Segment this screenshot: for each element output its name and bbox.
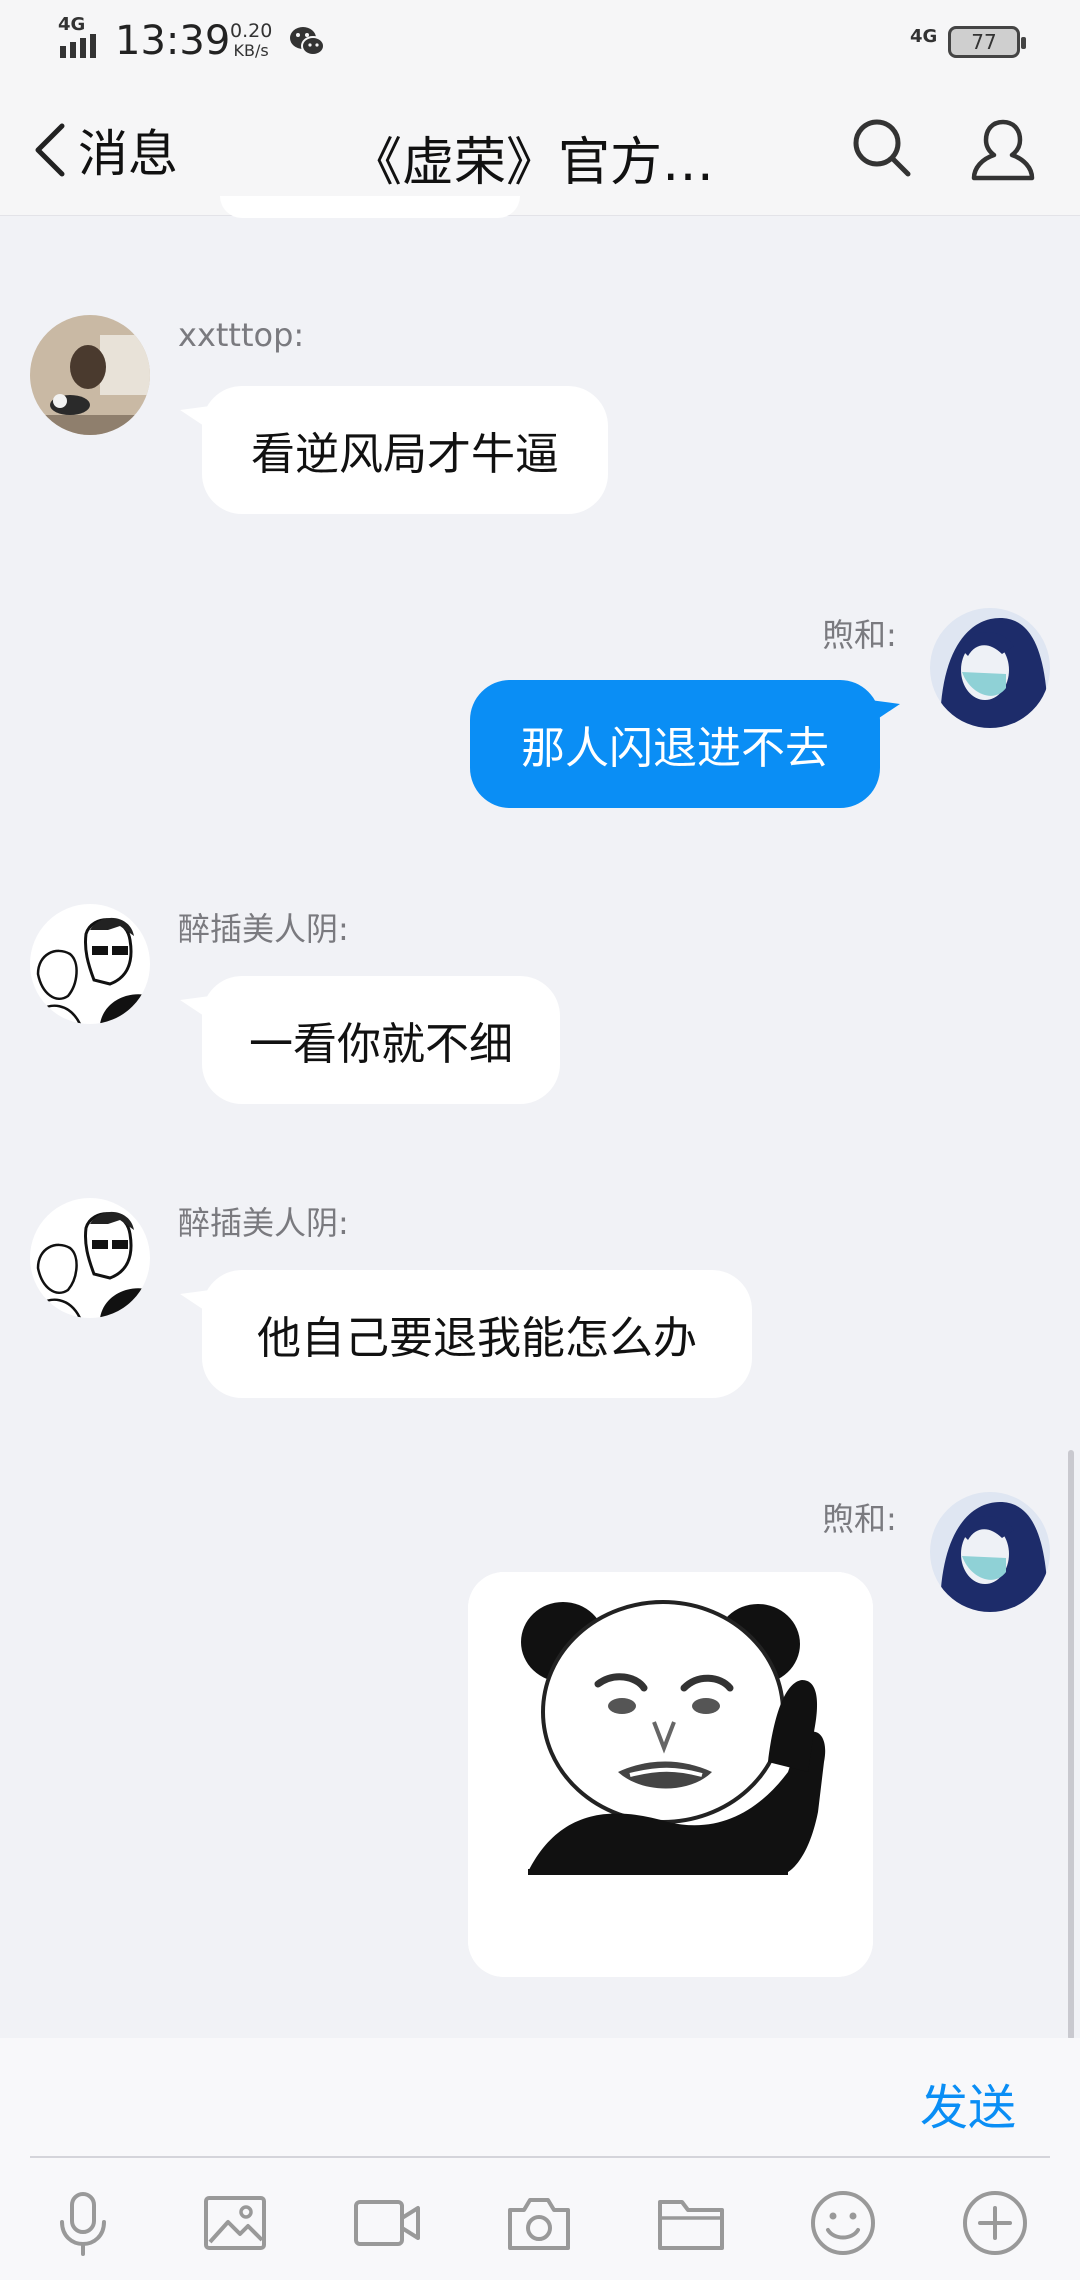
plus-icon[interactable] bbox=[960, 2188, 1030, 2258]
previous-message-edge bbox=[220, 196, 520, 218]
avatar[interactable] bbox=[30, 315, 150, 435]
chat-title[interactable]: 《虚荣》官方… bbox=[350, 120, 750, 195]
sender-name: 煦和: bbox=[822, 616, 897, 654]
folder-icon[interactable] bbox=[656, 2188, 726, 2258]
clock: 13:39 bbox=[115, 18, 231, 64]
sender-name: 醉插美人阴: bbox=[178, 910, 349, 948]
panda-meme-sticker[interactable] bbox=[468, 1572, 873, 1977]
image-icon[interactable] bbox=[200, 2188, 270, 2258]
panda-meme-icon bbox=[468, 1572, 873, 1977]
sender-name: 煦和: bbox=[822, 1500, 897, 1538]
avatar-photo-icon bbox=[30, 315, 150, 435]
back-label: 消息 bbox=[78, 125, 178, 183]
network-type-right: 4G bbox=[910, 26, 938, 47]
sender-name: xxtttop: bbox=[178, 316, 305, 354]
sender-name: 醉插美人阴: bbox=[178, 1204, 349, 1242]
back-chevron-icon bbox=[35, 123, 65, 177]
signal-icon bbox=[60, 34, 96, 58]
video-icon[interactable] bbox=[352, 2188, 422, 2258]
scrollbar[interactable] bbox=[1068, 1450, 1074, 2040]
back-button[interactable]: 消息 bbox=[30, 118, 178, 183]
battery-level: 77 bbox=[971, 30, 997, 54]
battery-icon: 77 bbox=[948, 26, 1026, 58]
message-bubble[interactable]: 那人闪退进不去 bbox=[470, 680, 880, 808]
send-button[interactable]: 发送 bbox=[920, 2068, 1016, 2138]
avatar[interactable] bbox=[930, 1492, 1050, 1612]
status-bar: 4G 13:39 0.20 KB/s 4G 77 bbox=[0, 0, 1080, 88]
chat-header: 消息 《虚荣》官方… bbox=[0, 88, 1080, 216]
message-bubble[interactable]: 他自己要退我能怎么办 bbox=[202, 1270, 752, 1398]
avatar[interactable] bbox=[30, 1198, 150, 1318]
search-icon[interactable] bbox=[850, 116, 914, 180]
avatar-sketch-icon bbox=[30, 1198, 150, 1318]
message-bubble[interactable]: 看逆风局才牛逼 bbox=[202, 386, 608, 514]
avatar-illustration-icon bbox=[930, 608, 1050, 728]
input-area: 发送 bbox=[0, 2038, 1080, 2158]
speed-value: 0.20 bbox=[230, 20, 273, 42]
camera-icon[interactable] bbox=[504, 2188, 574, 2258]
network-speed: 0.20 KB/s bbox=[230, 20, 273, 61]
input-toolbar bbox=[0, 2158, 1080, 2280]
message-bubble[interactable]: 一看你就不细 bbox=[202, 976, 560, 1104]
emoji-icon[interactable] bbox=[808, 2188, 878, 2258]
message-input[interactable] bbox=[30, 2050, 890, 2146]
wechat-icon bbox=[290, 27, 325, 56]
avatar[interactable] bbox=[30, 904, 150, 1024]
microphone-icon[interactable] bbox=[48, 2188, 118, 2258]
profile-icon[interactable] bbox=[968, 114, 1038, 184]
avatar-sketch-icon bbox=[30, 904, 150, 1024]
speed-unit: KB/s bbox=[233, 41, 269, 60]
avatar[interactable] bbox=[930, 608, 1050, 728]
avatar-illustration-icon bbox=[930, 1492, 1050, 1612]
